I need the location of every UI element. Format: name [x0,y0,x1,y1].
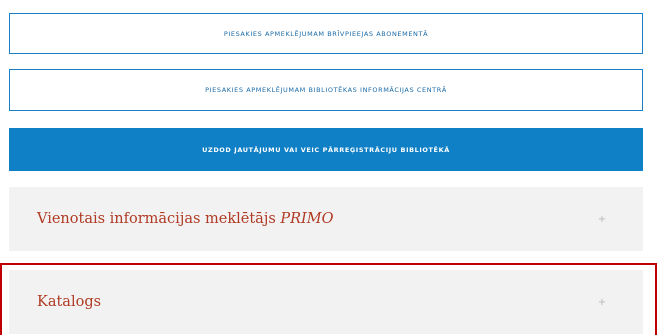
ask-question-reregister-label: UZDOD JAUTĀJUMU VAI VEIC PĀRREĢISTRĀCIJU… [202,145,450,154]
plus-icon[interactable]: + [592,214,612,225]
accordion-item-primo-title: Vienotais informācijas meklētājs PRIMO [9,211,592,227]
book-open-access-visit-button[interactable]: PIESAKIES APMEKLĒJUMAM BRĪVPIEEJAS ABONE… [9,13,643,54]
accordion-item-primo[interactable]: Vienotais informācijas meklētājs PRIMO + [9,187,643,251]
accordion-item-katalogs-label: Katalogs [37,294,102,310]
accordion-item-primo-emphasis: PRIMO [280,211,334,227]
ask-question-reregister-button[interactable]: UZDOD JAUTĀJUMU VAI VEIC PĀRREĢISTRĀCIJU… [9,128,643,171]
accordion-item-primo-label: Vienotais informācijas meklētājs [37,211,276,227]
plus-icon[interactable]: + [592,297,612,308]
page: PIESAKIES APMEKLĒJUMAM BRĪVPIEEJAS ABONE… [0,0,657,335]
accordion-item-katalogs-title: Katalogs [9,294,592,310]
book-open-access-visit-label: PIESAKIES APMEKLĒJUMAM BRĪVPIEEJAS ABONE… [223,29,429,38]
book-info-centre-visit-label: PIESAKIES APMEKLĒJUMAM BIBLIOTĒKAS INFOR… [205,86,447,94]
accordion-item-katalogs[interactable]: Katalogs + [9,270,643,334]
book-info-centre-visit-button[interactable]: PIESAKIES APMEKLĒJUMAM BIBLIOTĒKAS INFOR… [9,69,643,111]
